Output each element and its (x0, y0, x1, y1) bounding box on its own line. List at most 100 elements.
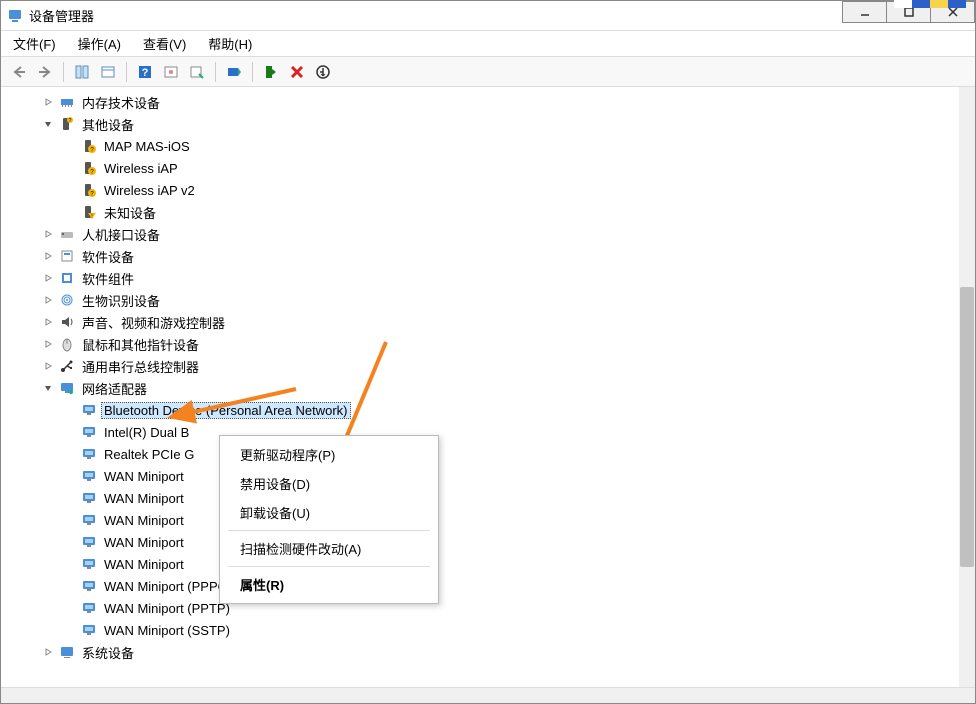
collapse-icon[interactable] (41, 381, 55, 395)
tree-item-label[interactable]: 软件组件 (79, 268, 137, 289)
tree-item-label[interactable]: WAN Miniport (SSTP) (101, 622, 233, 639)
tree-item-label[interactable]: WAN Miniport (101, 534, 187, 551)
context-menu-item[interactable]: 扫描检测硬件改动(A) (222, 534, 436, 563)
tree-row[interactable]: 系统设备 (1, 641, 975, 663)
tree-row[interactable]: 软件组件 (1, 267, 975, 289)
software-component-icon (59, 270, 75, 286)
menu-file[interactable]: 文件(F) (9, 32, 60, 55)
enable-device-icon[interactable] (259, 60, 283, 84)
nav-forward-button[interactable] (33, 60, 57, 84)
tree-item-label[interactable]: 通用串行总线控制器 (79, 356, 202, 377)
mouse-icon (59, 336, 75, 352)
device-warning-icon: ? (81, 182, 97, 198)
tree-item-label[interactable]: WAN Miniport (101, 490, 187, 507)
tree-item-label[interactable]: WAN Miniport (101, 468, 187, 485)
expand-icon[interactable] (41, 315, 55, 329)
context-menu-item[interactable]: 更新驱动程序(P) (222, 440, 436, 469)
tree-row[interactable]: WAN Miniport (1, 465, 975, 487)
show-hide-button[interactable] (70, 60, 94, 84)
tree-item-label[interactable]: 鼠标和其他指针设备 (79, 334, 202, 355)
tree-row[interactable]: 生物识别设备 (1, 289, 975, 311)
no-expand (63, 557, 77, 571)
menubar: 文件(F) 操作(A) 查看(V) 帮助(H) (1, 31, 975, 57)
scan-hardware-button[interactable] (185, 60, 209, 84)
tree-row[interactable]: Bluetooth Device (Personal Area Network) (1, 399, 975, 421)
action-button[interactable] (159, 60, 183, 84)
nav-back-button[interactable] (7, 60, 31, 84)
tree-row[interactable]: WAN Miniport (1, 509, 975, 531)
tree-row[interactable]: Intel(R) Dual B (1, 421, 975, 443)
tree-item-label[interactable]: 内存技术设备 (79, 92, 163, 113)
tree-row[interactable]: WAN Miniport (SSTP) (1, 619, 975, 641)
tree-item-label[interactable]: Realtek PCIe G (101, 446, 197, 463)
tree-row[interactable]: 通用串行总线控制器 (1, 355, 975, 377)
expand-icon[interactable] (41, 645, 55, 659)
device-warning-icon: ? (81, 160, 97, 176)
tree-row[interactable]: Realtek PCIe G (1, 443, 975, 465)
minimize-button[interactable] (842, 1, 887, 23)
tree-item-label[interactable]: 软件设备 (79, 246, 137, 267)
tree-item-label[interactable]: Wireless iAP (101, 160, 181, 177)
tree-item-label[interactable]: 人机接口设备 (79, 224, 163, 245)
tree-item-label[interactable]: MAP MAS-iOS (101, 138, 193, 155)
update-driver-icon[interactable] (222, 60, 246, 84)
tree-row[interactable]: WAN Miniport (PPPOE) (1, 575, 975, 597)
scrollbar-thumb[interactable] (960, 287, 974, 567)
expand-icon[interactable] (41, 359, 55, 373)
tree-row[interactable]: ?Wireless iAP v2 (1, 179, 975, 201)
vertical-scrollbar[interactable] (959, 87, 975, 687)
tree-item-label[interactable]: 声音、视频和游戏控制器 (79, 312, 228, 333)
usb-icon (59, 358, 75, 374)
horizontal-scrollbar[interactable] (1, 687, 975, 703)
help-button[interactable]: ? (133, 60, 157, 84)
tree-row[interactable]: WAN Miniport (1, 531, 975, 553)
tree-item-label[interactable]: 系统设备 (79, 642, 137, 663)
device-tree[interactable]: 内存技术设备?其他设备?MAP MAS-iOS?Wireless iAP?Wir… (1, 87, 975, 687)
tree-row[interactable]: WAN Miniport (PPTP) (1, 597, 975, 619)
tree-item-label[interactable]: Wireless iAP v2 (101, 182, 198, 199)
context-menu-item[interactable]: 属性(R) (222, 570, 436, 599)
tree-row[interactable]: 人机接口设备 (1, 223, 975, 245)
menu-help[interactable]: 帮助(H) (204, 32, 256, 55)
tree-row[interactable]: 软件设备 (1, 245, 975, 267)
collapse-icon[interactable] (41, 117, 55, 131)
context-menu-item[interactable]: 禁用设备(D) (222, 469, 436, 498)
tree-item-label[interactable]: WAN Miniport (101, 556, 187, 573)
menu-view[interactable]: 查看(V) (139, 32, 190, 55)
tree-row[interactable]: ?Wireless iAP (1, 157, 975, 179)
context-menu-item[interactable]: 卸载设备(U) (222, 498, 436, 527)
tree-item-label[interactable]: WAN Miniport (101, 512, 187, 529)
tree-row[interactable]: WAN Miniport (1, 487, 975, 509)
expand-icon[interactable] (41, 227, 55, 241)
no-expand (63, 601, 77, 615)
tree-item-label[interactable]: 生物识别设备 (79, 290, 163, 311)
tree-item-label[interactable]: 网络适配器 (79, 378, 150, 399)
tree-item-label[interactable]: 其他设备 (79, 114, 137, 135)
network-device-icon (81, 402, 97, 418)
titlebar: 设备管理器 (1, 1, 975, 31)
tree-row[interactable]: ?MAP MAS-iOS (1, 135, 975, 157)
no-expand (63, 403, 77, 417)
tree-row[interactable]: !未知设备 (1, 201, 975, 223)
tree-row[interactable]: 声音、视频和游戏控制器 (1, 311, 975, 333)
expand-icon[interactable] (41, 249, 55, 263)
expand-icon[interactable] (41, 293, 55, 307)
hid-icon (59, 226, 75, 242)
tree-row[interactable]: 鼠标和其他指针设备 (1, 333, 975, 355)
tree-item-label[interactable]: WAN Miniport (PPTP) (101, 600, 233, 617)
expand-icon[interactable] (41, 271, 55, 285)
uninstall-device-icon[interactable] (285, 60, 309, 84)
tree-row[interactable]: 网络适配器 (1, 377, 975, 399)
tree-row[interactable]: WAN Miniport (1, 553, 975, 575)
tree-row[interactable]: ?其他设备 (1, 113, 975, 135)
tree-item-label[interactable]: Intel(R) Dual B (101, 424, 192, 441)
context-menu-separator (228, 566, 430, 567)
menu-action[interactable]: 操作(A) (74, 32, 125, 55)
properties-button[interactable] (96, 60, 120, 84)
tree-item-label[interactable]: Bluetooth Device (Personal Area Network) (101, 402, 351, 419)
add-legacy-icon[interactable] (311, 60, 335, 84)
tree-item-label[interactable]: 未知设备 (101, 202, 159, 223)
tree-row[interactable]: 内存技术设备 (1, 91, 975, 113)
expand-icon[interactable] (41, 95, 55, 109)
expand-icon[interactable] (41, 337, 55, 351)
